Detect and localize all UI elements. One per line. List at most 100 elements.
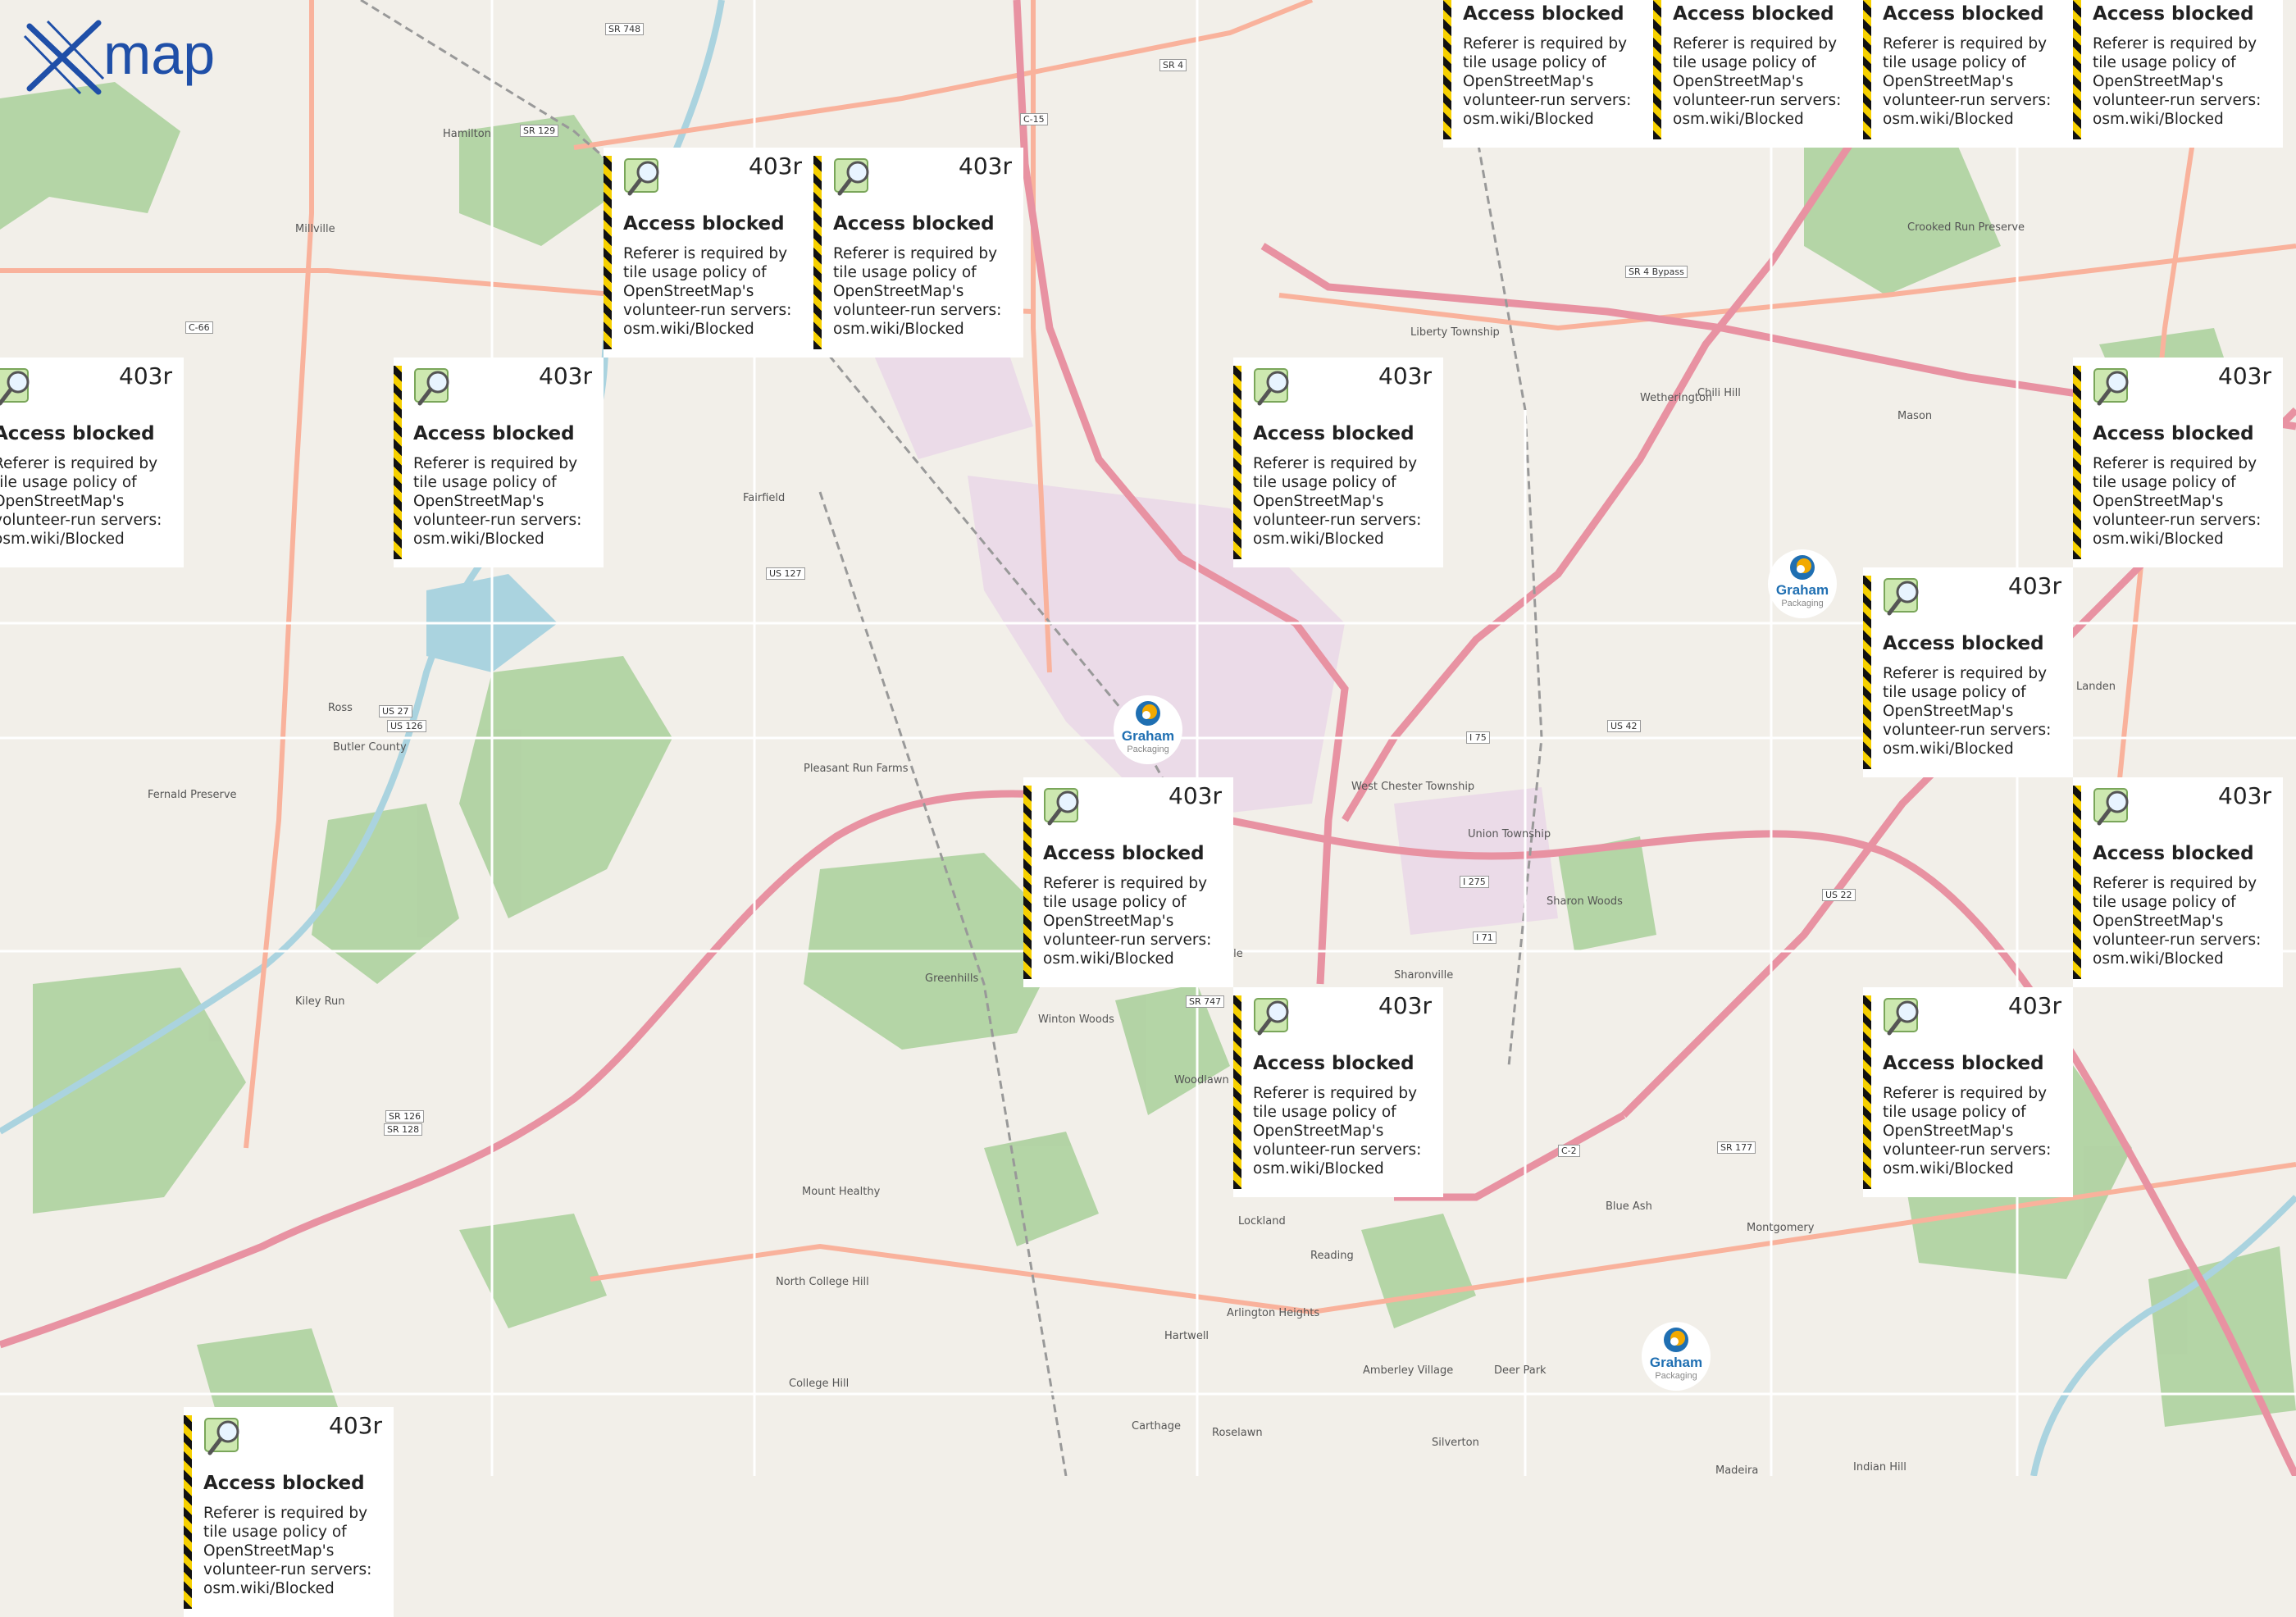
error-message-line: volunteer-run servers: [1043,931,1212,949]
hazard-stripe [2073,786,2081,979]
place-label: Indian Hill [1853,1461,1906,1474]
error-message-line: tile usage policy of [413,474,557,491]
error-code: 403r [2008,992,2061,1019]
road-shield: US 126 [387,720,426,732]
error-message-line: osm.wiki/Blocked [1043,950,1174,968]
error-message-line: Referer is required by [1883,1085,2048,1102]
error-message: Referer is required by tile usage policy … [833,244,1015,339]
error-message-line: Referer is required by [2093,455,2257,472]
error-message-line: OpenStreetMap's [2093,73,2224,90]
error-title: Access blocked [1883,633,2044,654]
error-message-line: osm.wiki/Blocked [413,531,544,548]
tile-error-card: 403rAccess blockedReferer is required by… [1443,0,1653,148]
error-message-line: tile usage policy of [203,1524,347,1541]
place-label: Lockland [1238,1215,1286,1228]
osm-magnifier-icon [0,368,30,406]
xmap-logo[interactable]: map [23,18,236,97]
road-shield: SR 748 [605,23,645,35]
place-label: Woodlawn [1174,1074,1229,1086]
error-message-line: Referer is required by [1673,35,1838,52]
error-message-line: OpenStreetMap's [1253,493,1384,510]
error-message: Referer is required by tile usage policy … [413,454,595,549]
error-message-line: osm.wiki/Blocked [833,321,964,338]
road-shield: US 27 [379,705,412,717]
graham-packaging-marker[interactable]: Graham Packaging [1642,1322,1711,1391]
graham-packaging-marker[interactable]: Graham Packaging [1768,549,1837,618]
osm-magnifier-icon [1044,788,1079,826]
error-message-line: OpenStreetMap's [2093,913,2224,930]
error-message-line: volunteer-run servers: [2093,92,2262,109]
hazard-stripe [1863,576,1871,769]
error-message-line: OpenStreetMap's [1883,1123,2014,1140]
error-title: Access blocked [1883,1053,2044,1074]
place-label: Blue Ash [1606,1200,1652,1213]
error-message-line: OpenStreetMap's [203,1542,335,1560]
osm-magnifier-icon [414,368,449,406]
road-shield: US 42 [1607,720,1641,732]
place-label: Crooked Run Preserve [1907,221,2025,234]
place-label: Winton Woods [1038,1013,1114,1026]
tile-error-card: 403rAccess blockedReferer is required by… [2073,777,2283,987]
tile-error-card: 403rAccess blockedReferer is required by… [1023,777,1233,987]
hazard-stripe [394,366,402,559]
error-message: Referer is required by tile usage policy … [1043,874,1225,968]
marker-sub: Packaging [1781,599,1824,608]
osm-magnifier-icon [204,1418,239,1455]
road-shield: SR 4 [1159,59,1187,71]
tile-error-card: 403rAccess blockedReferer is required by… [1863,567,2073,777]
error-message-line: OpenStreetMap's [1463,73,1594,90]
error-message-line: osm.wiki/Blocked [2093,950,2224,968]
error-message-line: osm.wiki/Blocked [1883,1160,2014,1177]
road-shield: C-66 [185,321,213,334]
hazard-stripe [1233,366,1241,559]
error-message-line: tile usage policy of [623,264,767,281]
error-message: Referer is required by tile usage policy … [2093,874,2275,968]
error-message-line: osm.wiki/Blocked [0,531,125,548]
error-message-line: tile usage policy of [1463,54,1606,71]
error-message-line: tile usage policy of [1253,474,1396,491]
error-message: Referer is required by tile usage policy … [1463,34,1645,129]
tile-error-card: 403rAccess blockedReferer is required by… [2073,358,2283,567]
error-message-line: osm.wiki/Blocked [203,1580,335,1597]
marker-name: Graham [1775,582,1829,598]
osm-magnifier-icon [624,158,659,196]
place-label: Deer Park [1494,1364,1547,1377]
tile-error-card: 403rAccess blockedReferer is required by… [813,148,1023,358]
tile-error-card: 403r Access blocked Referer is required by… [1863,987,2073,1197]
place-label: Silverton [1432,1437,1479,1449]
place-label: Ross [328,702,353,714]
road-shield: SR 128 [384,1123,423,1136]
error-code: 403r [1378,362,1432,389]
error-title: Access blocked [623,213,785,235]
place-label: Union Township [1468,828,1551,840]
error-message-line: volunteer-run servers: [413,512,582,529]
road-shield: C-15 [1020,113,1048,125]
error-code: 403r [119,362,172,389]
error-message-line: Referer is required by [1883,35,2048,52]
error-message-line: tile usage policy of [0,474,137,491]
error-message-line: osm.wiki/Blocked [623,321,754,338]
graham-packaging-marker[interactable]: Graham Packaging [1114,695,1182,764]
road-shield: SR 129 [520,125,559,137]
error-message: Referer is required by tile usage policy … [1673,34,1855,129]
error-message-line: tile usage policy of [833,264,977,281]
brand-name: map [103,22,216,86]
error-message-line: volunteer-run servers: [623,302,792,319]
error-message-line: volunteer-run servers: [833,302,1002,319]
place-label: Hartwell [1164,1330,1210,1342]
error-code: 403r [2218,362,2271,389]
error-message: Referer is required by tile usage policy … [623,244,805,339]
place-label: Hamilton [443,128,491,140]
error-message-line: volunteer-run servers: [1883,722,2052,739]
marker-sub: Packaging [1127,745,1169,754]
place-label: North College Hill [776,1276,869,1288]
error-message-line: volunteer-run servers: [1883,1141,2052,1159]
hazard-stripe [2073,0,2081,139]
error-message-line: OpenStreetMap's [0,493,125,510]
error-message-line: Referer is required by [1883,665,2048,682]
hazard-stripe [813,156,822,349]
error-message-line: osm.wiki/Blocked [2093,111,2224,128]
place-label: Roselawn [1212,1427,1263,1439]
error-title: Access blocked [2093,3,2254,25]
hazard-stripe [1023,786,1032,979]
